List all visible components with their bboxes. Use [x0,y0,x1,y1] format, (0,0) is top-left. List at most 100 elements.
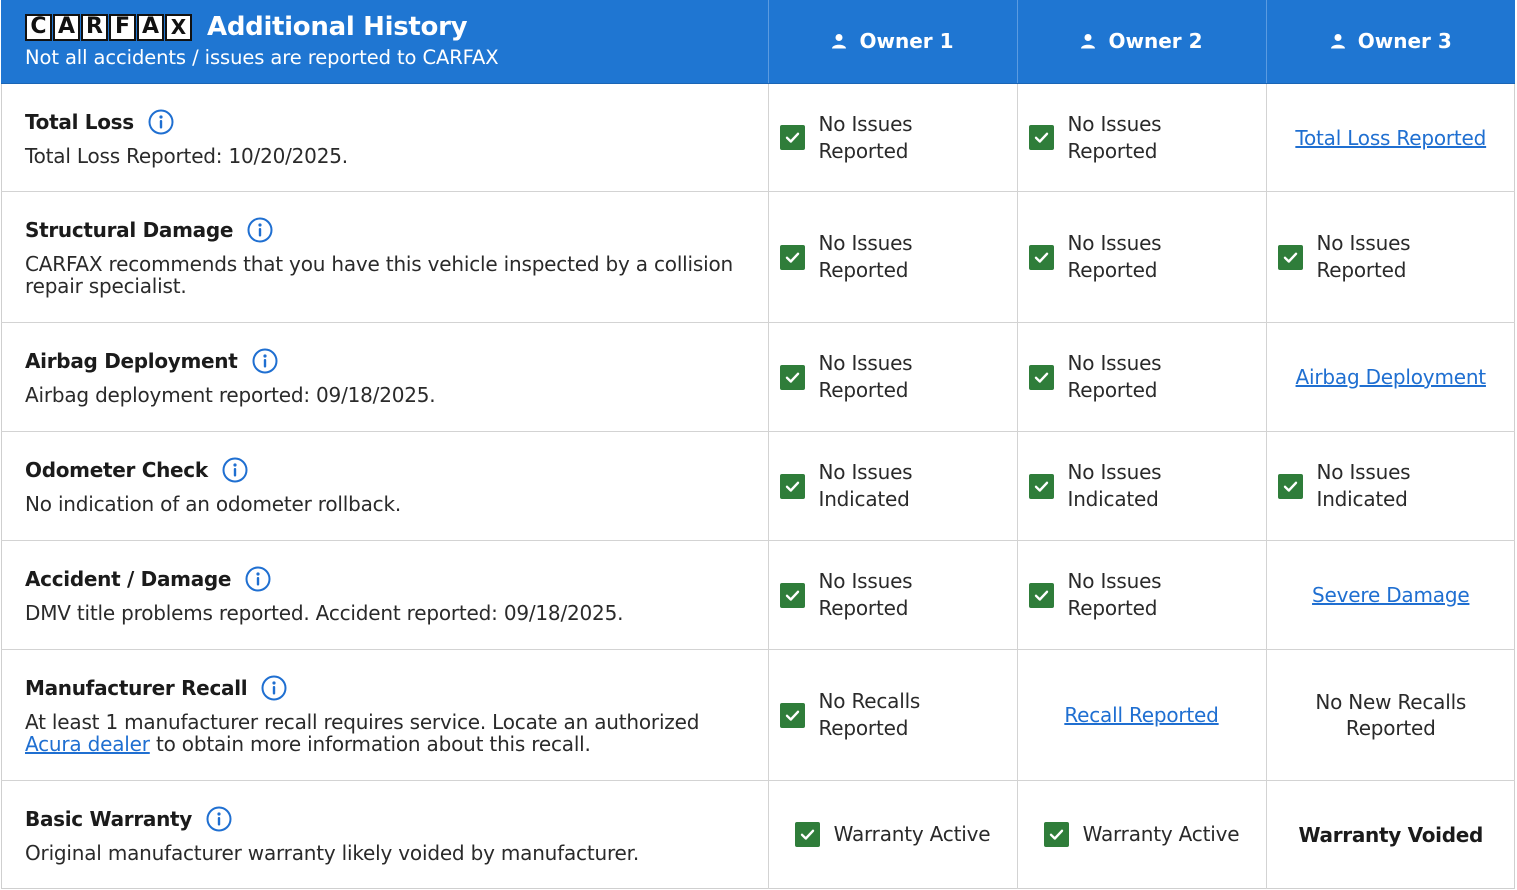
row-title: Manufacturer Recall [25,676,248,700]
table-row: Total Loss Total Loss Reported: 10/20/202… [1,83,1515,192]
status-text: Warranty Active [1082,822,1240,847]
owner-status-cell: No Recalls Reported [768,649,1018,781]
logo-letter: X [165,13,192,41]
info-icon[interactable] [245,566,271,592]
owner-status-cell: No Issues Reported [768,83,1018,192]
table-row: Structural Damage CARFAX recommends that … [1,191,1515,323]
status-text: No Issues Indicated [1067,460,1162,511]
logo-letter: A [53,13,80,41]
owner-header: Owner 2 [1017,0,1267,84]
status-text: No Issues Reported [1316,231,1411,282]
row-description-text: Airbag deployment reported: 09/18/2025. [25,383,436,407]
owner-label: Owner 3 [1357,28,1452,53]
checkmark-icon [1043,822,1069,848]
owner-status-cell: No Issues Reported [1017,540,1267,650]
owner-status-cell: Total Loss Reported [1266,83,1515,192]
status-text: No New Recalls Reported [1315,690,1467,740]
status-text: No Issues Reported [1067,231,1162,282]
header-row: C A R F A X Additional History Not all a… [1,0,1515,84]
issue-link[interactable]: Airbag Deployment [1296,365,1487,389]
status-text: Warranty Active [833,822,991,847]
owner-status-cell: No Issues Indicated [1266,431,1515,541]
status-text: No Issues Reported [1067,569,1162,620]
table-row: Accident / Damage DMV title problems repo… [1,540,1515,650]
person-icon [1330,33,1346,49]
status-text: No Recalls Reported [818,689,921,740]
status-text: No Issues Reported [1067,351,1162,402]
row-title: Accident / Damage [25,567,232,591]
info-icon[interactable] [261,675,287,701]
info-icon[interactable] [148,109,174,135]
row-description: Airbag deployment reported: 09/18/2025. [25,384,744,406]
owner-header: Owner 3 [1266,0,1515,84]
status-text: Warranty Voided [1298,822,1484,847]
checkmark-icon [779,125,805,150]
logo-letter: C [25,13,52,41]
row-description-text: to obtain more information about this re… [155,732,591,756]
row-description-text: CARFAX recommends that you have this veh… [25,252,733,298]
info-icon[interactable] [247,217,273,243]
issue-link[interactable]: Recall Reported [1064,703,1219,727]
carfax-logo: C A R F A X [25,13,193,41]
checkmark-icon [1028,364,1054,390]
info-icon[interactable] [206,806,232,832]
logo-letter: R [81,13,108,41]
status-text: No Issues Reported [818,111,913,163]
table-row: Odometer Check No indication of an odomet… [1,431,1515,541]
logo-letter: A [137,13,164,41]
owner-status-cell: No New Recalls Reported [1266,649,1515,781]
checkmark-icon [779,702,805,728]
row-label-cell: Odometer Check No indication of an odomet… [1,431,769,541]
page-subtitle: Not all accidents / issues are reported … [25,46,499,69]
owner-status-cell: No Issues Indicated [1017,431,1267,541]
owner-status-cell: Warranty Active [1017,780,1267,889]
row-label-cell: Structural Damage CARFAX recommends that … [1,191,769,323]
owner-status-cell: No Issues Reported [1017,322,1267,432]
checkmark-icon [1277,473,1303,499]
info-icon[interactable] [252,348,278,374]
owner-status-cell: No Issues Reported [768,540,1018,650]
info-icon[interactable] [222,457,248,483]
checkmark-icon [1028,244,1054,270]
row-label-cell: Total Loss Total Loss Reported: 10/20/202… [1,83,769,192]
checkmark-icon [779,244,805,270]
checkmark-icon [1277,244,1303,270]
row-label-cell: Accident / Damage DMV title problems repo… [1,540,769,650]
row-description: No indication of an odometer rollback. [25,493,744,515]
row-label-cell: Basic Warranty Original manufacturer warr… [1,780,769,889]
owner-status-cell: Warranty Voided [1266,781,1515,889]
checkmark-icon [1028,582,1054,608]
owner-status-cell: No Issues Indicated [768,431,1018,541]
status-text: No Issues Indicated [1316,460,1411,511]
owner-status-cell: Severe Damage [1266,540,1515,650]
owner-status-cell: Airbag Deployment [1266,322,1515,432]
owner-status-cell: No Issues Reported [768,322,1018,432]
status-text: No Issues Indicated [818,460,913,511]
status-text: No Issues Reported [1067,111,1162,163]
row-title: Total Loss [25,109,134,134]
additional-history-table: C A R F A X Additional History Not all a… [1,0,1515,889]
row-description-text: At least 1 manufacturer recall requires … [25,710,700,734]
row-description: Total Loss Reported: 10/20/2025. [25,145,744,167]
status-text: No Issues Reported [818,351,913,402]
issue-link[interactable]: Total Loss Reported [1295,126,1486,150]
row-label-cell: Manufacturer Recall At least 1 manufactur… [1,649,769,781]
dealer-link[interactable]: Acura dealer [25,732,150,756]
table-row: Manufacturer Recall At least 1 manufactur… [1,649,1515,781]
owner-status-cell: No Issues Reported [768,191,1018,323]
row-description: Original manufacturer warranty likely vo… [25,842,744,864]
checkmark-icon [1028,125,1054,150]
owner-status-cell: Recall Reported [1017,649,1267,781]
row-description-text: Total Loss Reported: 10/20/2025. [25,143,348,168]
person-icon [1080,33,1096,49]
status-text: No Issues Reported [818,231,913,282]
row-description: At least 1 manufacturer recall requires … [25,711,744,755]
checkmark-icon [779,364,805,390]
row-description-text: Original manufacturer warranty likely vo… [25,840,640,865]
status-text: No Issues Reported [818,569,913,620]
row-title: Basic Warranty [25,806,193,831]
row-title: Odometer Check [25,458,208,482]
issue-link[interactable]: Severe Damage [1312,583,1470,607]
checkmark-icon [779,582,805,608]
checkmark-icon [1028,473,1054,499]
